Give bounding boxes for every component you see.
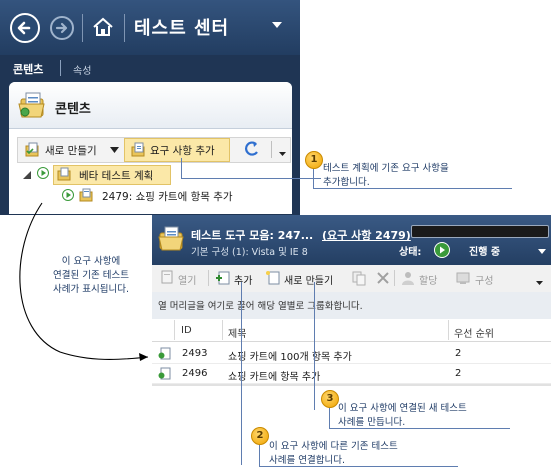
new-test-case-button[interactable]: 새로 만들기	[284, 272, 333, 287]
callout-2-leader	[241, 282, 242, 465]
callout-3-line-1: 이 요구 사항에 연결된 새 테스트	[338, 403, 467, 414]
status-label: 상태:	[399, 247, 422, 258]
callout-3-line-2: 사례를 만듭니다.	[338, 417, 406, 428]
configure-button[interactable]: 구성	[475, 272, 493, 287]
status-value[interactable]: 진행 중	[469, 243, 500, 258]
open-button[interactable]: 열기	[178, 272, 196, 287]
column-divider	[174, 320, 175, 340]
suite-progress-bar	[411, 225, 549, 238]
cell-title: 쇼핑 카트에 100개 항목 추가	[228, 352, 352, 363]
column-divider	[448, 320, 449, 340]
caret-down-icon	[538, 249, 546, 254]
new-test-case-icon	[265, 270, 281, 286]
callout-3-badge: 3	[321, 390, 339, 408]
callout-2-text: 이 요구 사항에 다른 기존 테스트 사례를 연결합니다.	[269, 440, 398, 468]
callout-3-text: 이 요구 사항에 연결된 새 테스트 사례를 만듭니다.	[338, 402, 467, 430]
toolbar-divider	[394, 270, 395, 286]
add-test-case-icon	[215, 270, 231, 286]
status-in-progress-icon	[434, 242, 450, 258]
column-divider	[222, 320, 223, 340]
toolbar-divider	[208, 270, 209, 286]
test-suite-title: 테스트 도구 모음: 247...	[191, 229, 314, 242]
column-header-priority[interactable]: 우선 순위	[454, 325, 494, 340]
requirement-link[interactable]: (요구 사항 2479)	[322, 227, 411, 243]
copy-icon[interactable]	[351, 270, 367, 286]
cell-priority: 2	[455, 368, 462, 379]
test-case-icon	[158, 347, 171, 360]
cell-priority: 2	[455, 348, 462, 359]
toolbar-overflow-button[interactable]	[536, 281, 543, 285]
remove-icon[interactable]	[375, 270, 391, 286]
grid-bottom-edge	[152, 384, 551, 386]
column-header-title[interactable]: 제목	[228, 325, 246, 340]
group-by-hint: 열 머리글을 여기로 끌어 해당 열별로 그룹화합니다.	[158, 301, 363, 312]
cell-id: 2496	[182, 368, 208, 379]
cell-id: 2493	[182, 348, 208, 359]
configure-icon	[455, 270, 471, 286]
table-row[interactable]	[152, 364, 551, 384]
callout-3-leader	[314, 282, 315, 410]
callout-2-line-1: 이 요구 사항에 다른 기존 테스트	[269, 441, 398, 452]
assign-button[interactable]: 할당	[419, 272, 437, 287]
test-case-icon	[158, 367, 171, 380]
caret-down-icon	[536, 281, 543, 285]
test-suite-icon	[157, 224, 185, 252]
open-icon	[160, 270, 174, 284]
column-header-id[interactable]: ID	[181, 325, 192, 336]
assign-icon	[400, 270, 416, 286]
status-dropdown-button[interactable]	[538, 249, 546, 254]
add-button[interactable]: 추가	[234, 272, 252, 287]
callout-2-badge: 2	[251, 427, 269, 445]
default-configuration: 기본 구성 (1): Vista 및 IE 8	[191, 247, 308, 258]
callout-2-line-2: 사례를 연결합니다.	[269, 455, 345, 466]
